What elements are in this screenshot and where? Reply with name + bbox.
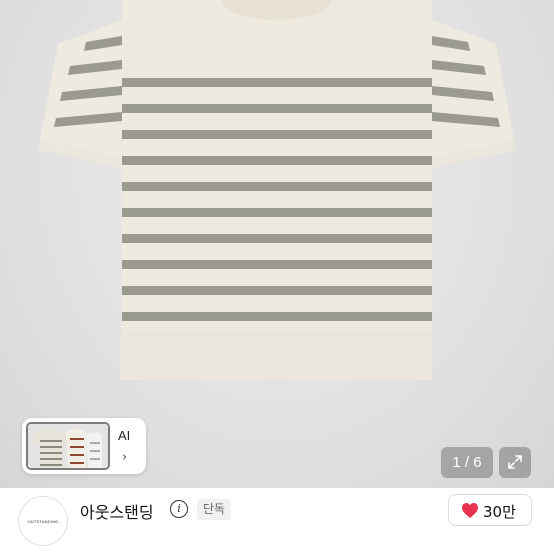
seller-avatar[interactable]: OUTSTANDING [18,496,68,546]
expand-icon [508,455,522,469]
product-image-gallery[interactable]: AI › 1 / 6 [0,0,554,488]
seller-name[interactable]: 아웃스탠딩 [80,499,154,523]
exclusive-badge: 단독 [197,499,232,520]
thumbnail-image [26,422,110,470]
chevron-right-icon: › [122,450,128,465]
like-count: 30만 [483,503,516,521]
striped-knit-tshirt-image [38,0,516,380]
like-button[interactable]: 30만 [448,494,532,526]
heart-icon [462,503,478,518]
info-icon[interactable]: i [170,500,188,518]
expand-button[interactable] [499,447,531,478]
image-page-counter: 1 / 6 [441,447,493,478]
ai-label: AI [118,428,131,443]
avatar-logo-text: OUTSTANDING [27,519,59,524]
ai-similar-items-card[interactable]: AI › [22,418,146,474]
